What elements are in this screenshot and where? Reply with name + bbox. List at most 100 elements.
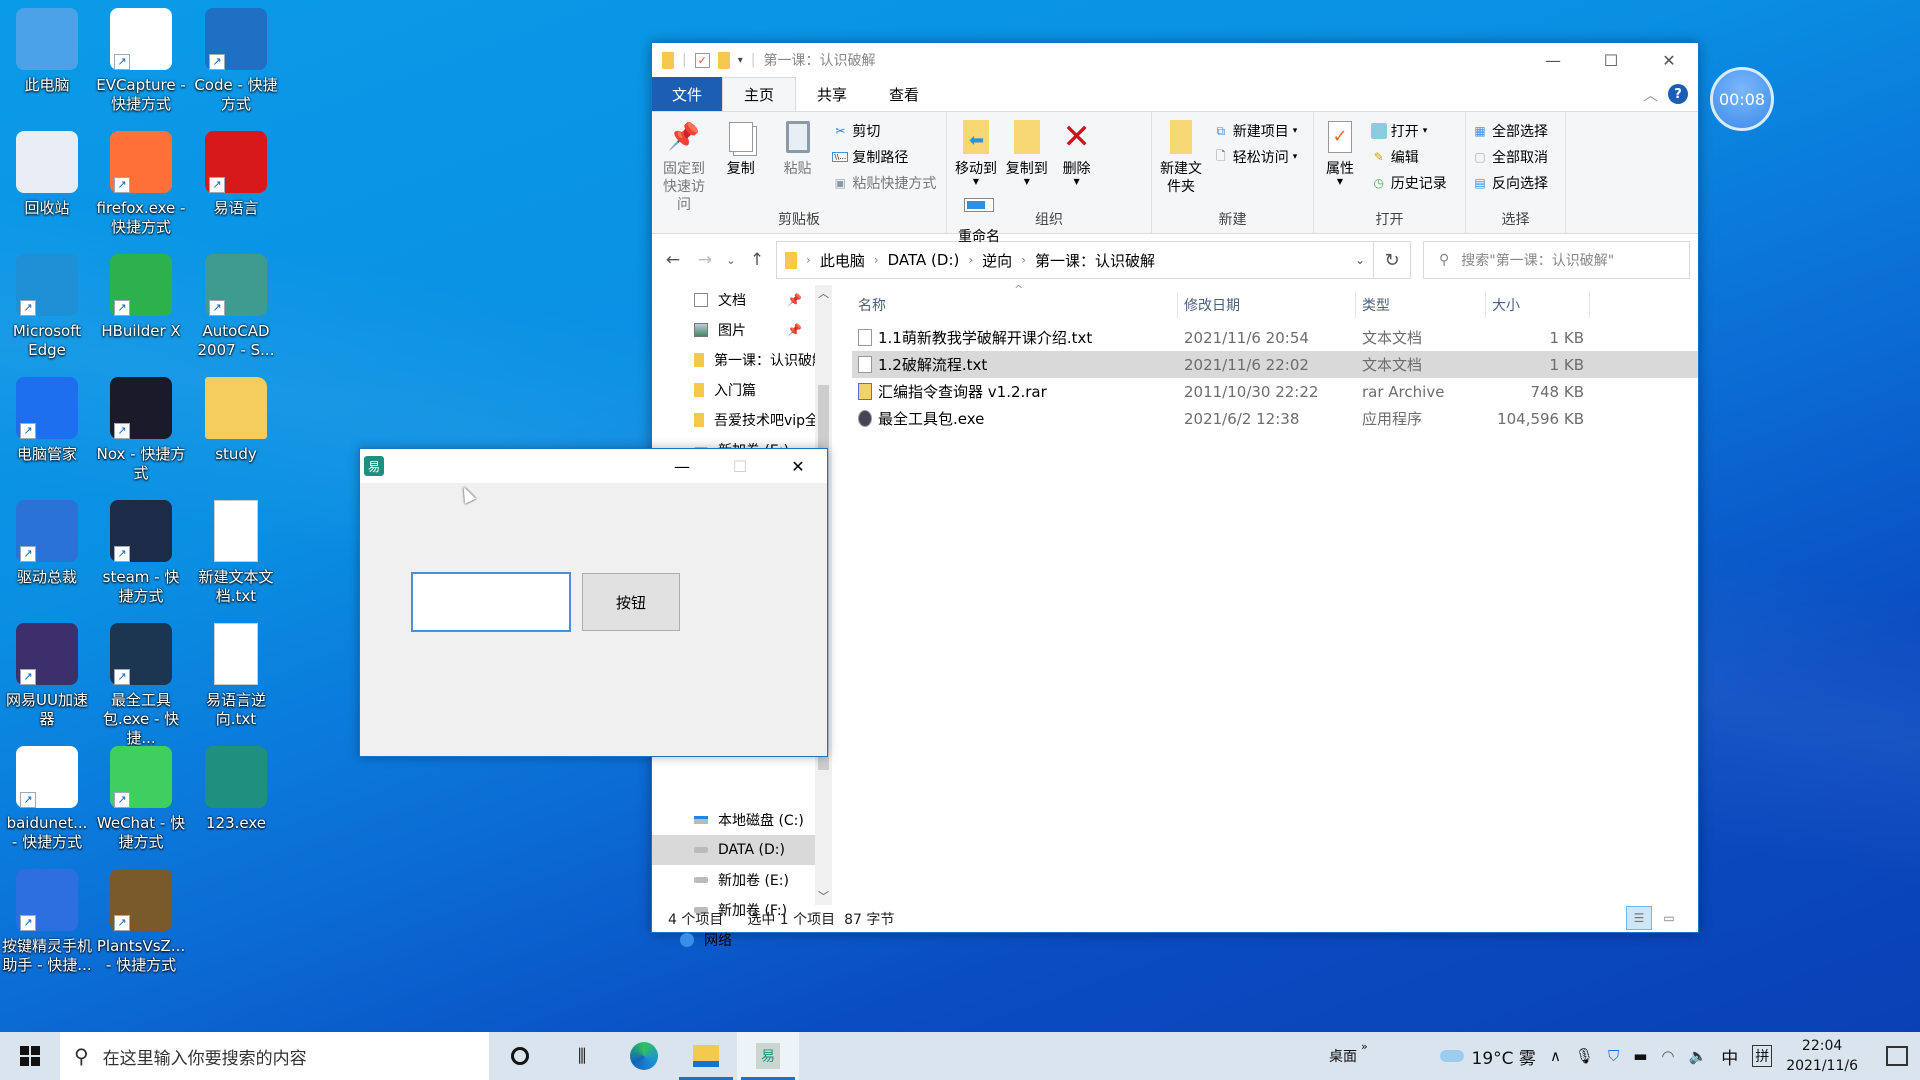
invert-selection-button[interactable]: ▤ 反向选择 xyxy=(1472,170,1548,196)
tab-file[interactable]: 文件 xyxy=(652,77,723,111)
easy-access-button[interactable]: 🗋 轻松访问 ▾ xyxy=(1213,144,1297,170)
up-button[interactable]: ↑ xyxy=(744,250,770,270)
ime-mode[interactable]: 拼 xyxy=(1752,1045,1773,1067)
nav-item[interactable]: 第一课：认识破解 xyxy=(652,345,832,375)
search-input[interactable]: ⚲ 搜索"第一课：认识破解" xyxy=(1423,241,1690,279)
desktop-icon[interactable]: ↗ WeChat - 快捷方式 xyxy=(96,746,186,852)
new-folder-button[interactable]: 新建文件夹 xyxy=(1158,118,1204,196)
collapse-ribbon-icon[interactable]: ︿ xyxy=(1643,84,1658,105)
close-button[interactable]: ✕ xyxy=(1640,43,1698,77)
refresh-button[interactable]: ↻ xyxy=(1373,241,1411,279)
address-bar[interactable]: › 此电脑 › DATA (D:) › 逆向 › 第一课：认识破解 ⌄ xyxy=(776,241,1374,279)
cortana-button[interactable] xyxy=(489,1032,551,1080)
taskbar-edge[interactable] xyxy=(613,1032,675,1080)
properties-quick-icon[interactable]: ✓ xyxy=(694,52,710,68)
help-icon[interactable]: ? xyxy=(1668,84,1688,104)
forward-button[interactable]: → xyxy=(692,250,718,270)
show-hidden-icons-button[interactable]: ∧ xyxy=(1550,1047,1561,1065)
start-button[interactable] xyxy=(0,1032,60,1080)
move-to-button[interactable]: ⬅ 移动到 ▼ xyxy=(953,118,999,186)
desktop-icon[interactable]: ↗ firefox.exe - 快捷方式 xyxy=(96,131,186,237)
tab-share[interactable]: 共享 xyxy=(796,77,868,111)
nav-item[interactable]: DATA (D:) xyxy=(652,835,815,865)
nav-item[interactable]: 新加卷 (E:) xyxy=(652,865,815,895)
scroll-down-icon[interactable]: ﹀ xyxy=(815,888,832,905)
back-button[interactable]: ← xyxy=(660,250,686,270)
scroll-up-icon[interactable]: ︿ xyxy=(815,285,832,302)
taskbar-file-explorer[interactable] xyxy=(675,1032,737,1080)
volume-icon[interactable]: 🔈 xyxy=(1689,1047,1708,1065)
file-row[interactable]: 汇编指令查询器 v1.2.rar 2011/10/30 22:22 rar Arch… xyxy=(852,378,1698,405)
select-none-button[interactable]: ▢ 全部取消 xyxy=(1472,144,1548,170)
cut-button[interactable]: ✂ 剪切 xyxy=(832,118,936,144)
delete-button[interactable]: ✕ 删除 ▼ xyxy=(1055,118,1099,186)
copy-path-button[interactable]: \\… 复制路径 xyxy=(832,144,936,170)
nav-item[interactable]: 文档 📌 xyxy=(652,285,832,315)
breadcrumb-this-pc[interactable]: 此电脑 xyxy=(820,250,865,271)
text-input[interactable] xyxy=(411,572,571,632)
paste-shortcut-button[interactable]: ▣ 粘贴快捷方式 xyxy=(832,170,937,196)
breadcrumb-current[interactable]: 第一课：认识破解 xyxy=(1035,250,1155,271)
desktop-icon[interactable]: ↗ 驱动总裁 xyxy=(2,500,92,587)
desktop-icon[interactable]: ↗ 按键精灵手机助手 - 快捷... xyxy=(2,869,92,975)
ime-language[interactable]: 中 xyxy=(1721,1044,1738,1069)
desktop-icon[interactable]: 123.exe xyxy=(191,746,281,833)
desktop-icon[interactable]: ↗ 电脑管家 xyxy=(2,377,92,464)
desktop-icon[interactable]: ↗ Nox - 快捷方式 xyxy=(96,377,186,483)
paste-button[interactable]: 粘贴 xyxy=(772,118,824,178)
desktop-icon[interactable]: ↗ 易语言 xyxy=(191,131,281,218)
desktop-icon[interactable]: ↗ 网易UU加速器 xyxy=(2,623,92,729)
tab-view[interactable]: 查看 xyxy=(868,77,940,111)
desktop-icon[interactable]: ↗ PlantsVsZ... - 快捷方式 xyxy=(96,869,186,975)
breadcrumb-reverse[interactable]: 逆向 xyxy=(982,250,1012,271)
notification-center-icon[interactable] xyxy=(1886,1046,1908,1066)
weather[interactable]: 19°C 雾 xyxy=(1472,1044,1536,1069)
recent-locations-button[interactable]: ⌄ xyxy=(724,254,738,267)
maximize-button[interactable]: ☐ xyxy=(1582,43,1640,77)
edit-button[interactable]: ✎ 编辑 xyxy=(1371,144,1447,170)
open-button[interactable]: 打开 ▾ xyxy=(1370,118,1447,144)
security-shield-icon[interactable]: ⛉ xyxy=(1608,1047,1619,1065)
column-date[interactable]: 修改日期 xyxy=(1178,291,1356,318)
dialog-minimize-button[interactable]: — xyxy=(653,449,711,483)
wifi-icon[interactable]: ◠ xyxy=(1661,1047,1674,1065)
desktop-icon[interactable]: 新建文本文档.txt xyxy=(191,500,281,606)
desktop-icon[interactable]: ↗ Microsoft Edge xyxy=(2,254,92,360)
action-button[interactable]: 按钮 xyxy=(582,573,680,631)
properties-button[interactable]: ✓ 属性 ▼ xyxy=(1320,118,1360,186)
file-row[interactable]: 1.2破解流程.txt 2021/11/6 22:02 文本文档 1 KB xyxy=(852,351,1698,378)
desktop-icon[interactable]: study xyxy=(191,377,281,464)
tab-home[interactable]: 主页 xyxy=(722,77,797,111)
toolbar-expand-icon[interactable]: » xyxy=(1361,1040,1368,1053)
desktop-icon[interactable]: ↗ baidunet... - 快捷方式 xyxy=(2,746,92,852)
address-dropdown-icon[interactable]: ⌄ xyxy=(1355,253,1365,267)
file-row[interactable]: 最全工具包.exe 2021/6/2 12:38 应用程序 104,596 KB xyxy=(852,405,1698,432)
desktop-toolbar-label[interactable]: 桌面 xyxy=(1329,1046,1357,1066)
desktop-icon[interactable]: 易语言逆向.txt xyxy=(191,623,281,729)
desktop-icon[interactable]: ↗ EVCapture - 快捷方式 xyxy=(96,8,186,114)
clock[interactable]: 22:04 2021/11/6 xyxy=(1786,1036,1858,1076)
copy-button[interactable]: 复制 xyxy=(715,118,767,178)
details-view-button[interactable]: ☰ xyxy=(1626,906,1652,930)
new-folder-quick-icon[interactable] xyxy=(717,51,730,69)
large-icons-view-button[interactable]: ▭ xyxy=(1656,906,1682,930)
breadcrumb-data-drive[interactable]: DATA (D:) xyxy=(888,251,960,269)
desktop-icon[interactable]: 回收站 xyxy=(2,131,92,218)
nav-item[interactable]: 入门篇 xyxy=(652,375,832,405)
desktop-icon[interactable]: ↗ steam - 快捷方式 xyxy=(96,500,186,606)
desktop-icon[interactable]: ↗ 最全工具包.exe - 快捷... xyxy=(96,623,186,748)
battery-icon[interactable]: ▬ xyxy=(1633,1047,1647,1065)
minimize-button[interactable]: — xyxy=(1524,43,1582,77)
desktop-icon[interactable]: ↗ HBuilder X xyxy=(96,254,186,341)
recording-timer[interactable]: 00:08 xyxy=(1710,67,1774,131)
column-type[interactable]: 类型 xyxy=(1356,291,1486,318)
taskbar-eyuyan-app[interactable]: 易 xyxy=(737,1032,799,1080)
nav-item[interactable]: 图片 📌 xyxy=(652,315,832,345)
desktop-icon[interactable]: ↗ AutoCAD 2007 - S... xyxy=(191,254,281,360)
new-item-button[interactable]: ⧉ 新建项目 ▾ xyxy=(1213,118,1297,144)
microphone-icon[interactable]: 🎙 xyxy=(1575,1047,1594,1065)
pin-quick-access-button[interactable]: 📌 固定到快速访问 xyxy=(658,118,710,214)
quick-access-dropdown-icon[interactable]: ▾ xyxy=(738,55,743,66)
history-button[interactable]: ◷ 历史记录 xyxy=(1371,170,1447,196)
taskbar-search-box[interactable]: ⚲ 在这里输入你要搜索的内容 xyxy=(60,1032,489,1080)
